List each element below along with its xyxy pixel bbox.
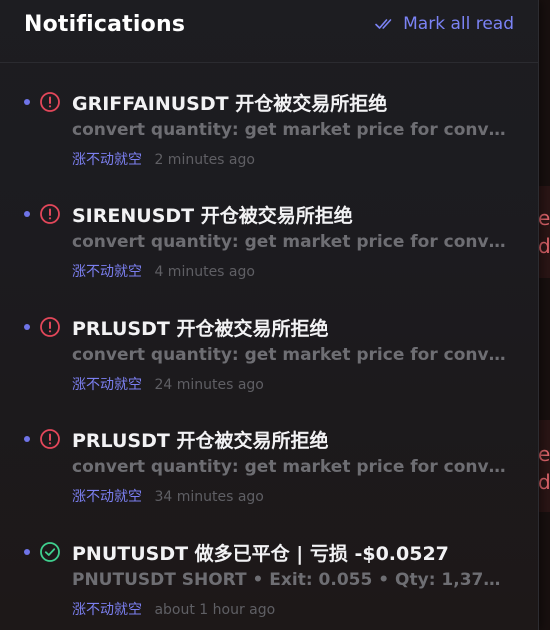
notification-source: 涨不动就空 [72,377,142,393]
notifications-panel: Notifications Mark all read GRIFFAINUSDT… [0,0,539,630]
alert-circle-icon [40,92,60,112]
notification-title: PRLUSDT 开仓被交易所拒绝 [72,318,329,340]
notification-body: PNUTUSDT SHORT • Exit: 0.055 • Qty: 1,37… [72,570,512,590]
unread-dot [24,99,30,105]
alert-circle-icon [40,429,60,449]
unread-dot [24,324,30,330]
notification-body: convert quantity: get market price for c… [72,232,512,252]
unread-dot [24,211,30,217]
notification-source: 涨不动就空 [72,152,142,168]
notification-source: 涨不动就空 [72,602,142,618]
notification-time: 34 minutes ago [154,489,264,505]
notification-item[interactable]: PNUTUSDT 做多已平仓 | 亏损 -$0.0527 PNUTUSDT SH… [0,513,538,625]
notification-body: convert quantity: get market price for c… [72,345,512,365]
notification-item[interactable]: PRLUSDT 开仓被交易所拒绝 convert quantity: get m… [0,288,538,400]
panel-title: Notifications [24,12,186,37]
notification-meta: 涨不动就空 about 1 hour ago [72,599,275,619]
mark-all-read-label: Mark all read [403,14,514,34]
notification-time: 2 minutes ago [154,152,255,168]
notification-source: 涨不动就空 [72,264,142,280]
notification-body: convert quantity: get market price for c… [72,120,512,140]
unread-dot [24,436,30,442]
unread-dot [24,549,30,555]
background-text-fragment: e d [538,442,550,494]
notification-title: PRLUSDT 开仓被交易所拒绝 [72,430,329,452]
notification-item[interactable]: SIRENUSDT 开仓被交易所拒绝 convert quantity: get… [0,175,538,287]
notification-source: 涨不动就空 [72,489,142,505]
notification-time: 4 minutes ago [154,264,255,280]
notification-title: GRIFFAINUSDT 开仓被交易所拒绝 [72,93,388,115]
mark-all-read-button[interactable]: Mark all read [375,14,514,34]
notification-item[interactable]: PRLUSDT 开仓被交易所拒绝 convert quantity: get m… [0,400,538,512]
notification-meta: 涨不动就空 4 minutes ago [72,261,255,281]
notification-meta: 涨不动就空 2 minutes ago [72,149,255,169]
notification-meta: 涨不动就空 34 minutes ago [72,486,264,506]
double-check-icon [375,19,392,29]
notification-meta: 涨不动就空 24 minutes ago [72,374,264,394]
notification-time: 24 minutes ago [154,377,264,393]
notifications-header: Notifications Mark all read [0,0,538,63]
notification-title: PNUTUSDT 做多已平仓 | 亏损 -$0.0527 [72,543,449,565]
alert-circle-icon [40,204,60,224]
notification-body: convert quantity: get market price for c… [72,457,512,477]
notification-item[interactable]: GRIFFAINUSDT 开仓被交易所拒绝 convert quantity: … [0,63,538,175]
alert-circle-icon [40,317,60,337]
notification-title: SIRENUSDT 开仓被交易所拒绝 [72,205,353,227]
notification-time: about 1 hour ago [154,602,276,618]
check-circle-icon [40,542,60,562]
background-text-fragment: e d [538,206,550,258]
